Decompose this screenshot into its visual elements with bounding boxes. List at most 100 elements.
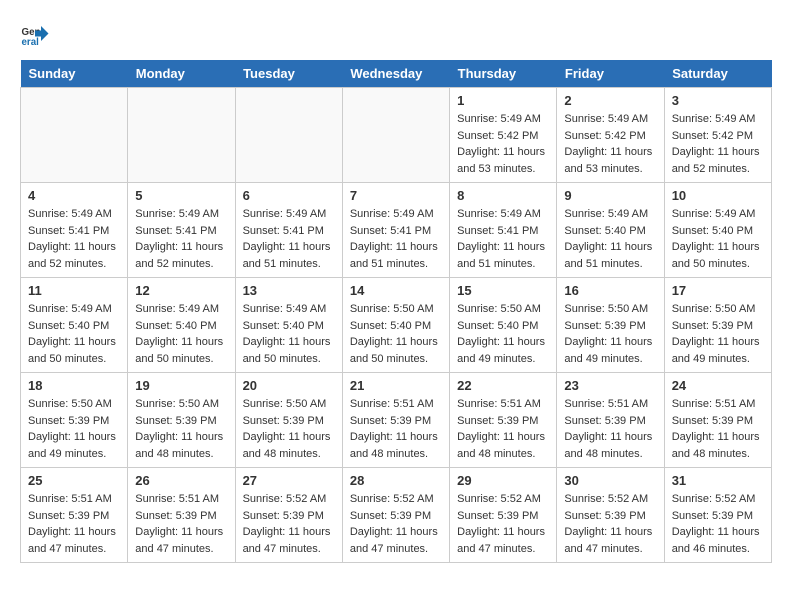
day-detail: Sunrise: 5:50 AM Sunset: 5:39 PM Dayligh… xyxy=(564,301,656,367)
day-detail: Sunrise: 5:50 AM Sunset: 5:39 PM Dayligh… xyxy=(28,396,120,462)
calendar-cell: 24 Sunrise: 5:51 AM Sunset: 5:39 PM Dayli… xyxy=(664,373,771,468)
logo: Gen eral xyxy=(20,20,54,50)
day-detail: Sunrise: 5:50 AM Sunset: 5:39 PM Dayligh… xyxy=(135,396,227,462)
svg-text:eral: eral xyxy=(22,37,40,48)
day-detail: Sunrise: 5:52 AM Sunset: 5:39 PM Dayligh… xyxy=(243,491,335,557)
day-number: 21 xyxy=(350,378,442,393)
day-detail: Sunrise: 5:51 AM Sunset: 5:39 PM Dayligh… xyxy=(350,396,442,462)
calendar-cell: 25 Sunrise: 5:51 AM Sunset: 5:39 PM Dayli… xyxy=(21,468,128,563)
calendar-cell xyxy=(235,88,342,183)
day-number: 13 xyxy=(243,283,335,298)
day-number: 2 xyxy=(564,93,656,108)
week-row-1: 1 Sunrise: 5:49 AM Sunset: 5:42 PM Daylig… xyxy=(21,88,772,183)
day-number: 7 xyxy=(350,188,442,203)
day-detail: Sunrise: 5:49 AM Sunset: 5:41 PM Dayligh… xyxy=(135,206,227,272)
calendar-cell: 22 Sunrise: 5:51 AM Sunset: 5:39 PM Dayli… xyxy=(450,373,557,468)
calendar-cell: 7Sunrise: 5:49 AM Sunset: 5:41 PM Daylig… xyxy=(342,183,449,278)
day-detail: Sunrise: 5:50 AM Sunset: 5:39 PM Dayligh… xyxy=(672,301,764,367)
day-detail: Sunrise: 5:49 AM Sunset: 5:40 PM Dayligh… xyxy=(135,301,227,367)
day-detail: Sunrise: 5:52 AM Sunset: 5:39 PM Dayligh… xyxy=(564,491,656,557)
day-detail: Sunrise: 5:51 AM Sunset: 5:39 PM Dayligh… xyxy=(135,491,227,557)
day-number: 18 xyxy=(28,378,120,393)
week-row-2: 4 Sunrise: 5:49 AM Sunset: 5:41 PM Daylig… xyxy=(21,183,772,278)
day-number: 11 xyxy=(28,283,120,298)
day-number: 28 xyxy=(350,473,442,488)
day-number: 5 xyxy=(135,188,227,203)
day-detail: Sunrise: 5:49 AM Sunset: 5:42 PM Dayligh… xyxy=(564,111,656,177)
calendar-cell: 3Sunrise: 5:49 AM Sunset: 5:42 PM Daylig… xyxy=(664,88,771,183)
day-number: 9 xyxy=(564,188,656,203)
day-detail: Sunrise: 5:49 AM Sunset: 5:40 PM Dayligh… xyxy=(672,206,764,272)
calendar-cell: 18 Sunrise: 5:50 AM Sunset: 5:39 PM Dayli… xyxy=(21,373,128,468)
day-number: 19 xyxy=(135,378,227,393)
day-number: 29 xyxy=(457,473,549,488)
day-detail: Sunrise: 5:52 AM Sunset: 5:39 PM Dayligh… xyxy=(350,491,442,557)
week-row-4: 18 Sunrise: 5:50 AM Sunset: 5:39 PM Dayli… xyxy=(21,373,772,468)
calendar-cell: 8 Sunrise: 5:49 AM Sunset: 5:41 PM Daylig… xyxy=(450,183,557,278)
day-detail: Sunrise: 5:49 AM Sunset: 5:41 PM Dayligh… xyxy=(243,206,335,272)
day-detail: Sunrise: 5:51 AM Sunset: 5:39 PM Dayligh… xyxy=(28,491,120,557)
day-number: 14 xyxy=(350,283,442,298)
weekday-header-thursday: Thursday xyxy=(450,60,557,88)
day-detail: Sunrise: 5:52 AM Sunset: 5:39 PM Dayligh… xyxy=(457,491,549,557)
calendar-cell: 31Sunrise: 5:52 AM Sunset: 5:39 PM Dayli… xyxy=(664,468,771,563)
calendar-header: SundayMondayTuesdayWednesdayThursdayFrid… xyxy=(21,60,772,88)
calendar-cell: 21 Sunrise: 5:51 AM Sunset: 5:39 PM Dayli… xyxy=(342,373,449,468)
day-number: 30 xyxy=(564,473,656,488)
weekday-header-saturday: Saturday xyxy=(664,60,771,88)
calendar-cell: 12 Sunrise: 5:49 AM Sunset: 5:40 PM Dayli… xyxy=(128,278,235,373)
day-number: 25 xyxy=(28,473,120,488)
weekday-header-row: SundayMondayTuesdayWednesdayThursdayFrid… xyxy=(21,60,772,88)
calendar-cell: 28 Sunrise: 5:52 AM Sunset: 5:39 PM Dayli… xyxy=(342,468,449,563)
calendar-cell xyxy=(128,88,235,183)
calendar-cell: 2 Sunrise: 5:49 AM Sunset: 5:42 PM Daylig… xyxy=(557,88,664,183)
calendar-table: SundayMondayTuesdayWednesdayThursdayFrid… xyxy=(20,60,772,563)
calendar-cell xyxy=(21,88,128,183)
day-number: 10 xyxy=(672,188,764,203)
day-detail: Sunrise: 5:51 AM Sunset: 5:39 PM Dayligh… xyxy=(672,396,764,462)
day-number: 26 xyxy=(135,473,227,488)
day-number: 15 xyxy=(457,283,549,298)
day-number: 20 xyxy=(243,378,335,393)
week-row-3: 11 Sunrise: 5:49 AM Sunset: 5:40 PM Dayli… xyxy=(21,278,772,373)
weekday-header-tuesday: Tuesday xyxy=(235,60,342,88)
day-detail: Sunrise: 5:50 AM Sunset: 5:40 PM Dayligh… xyxy=(350,301,442,367)
day-number: 24 xyxy=(672,378,764,393)
day-detail: Sunrise: 5:49 AM Sunset: 5:41 PM Dayligh… xyxy=(28,206,120,272)
calendar-cell: 6Sunrise: 5:49 AM Sunset: 5:41 PM Daylig… xyxy=(235,183,342,278)
calendar-cell: 9 Sunrise: 5:49 AM Sunset: 5:40 PM Daylig… xyxy=(557,183,664,278)
calendar-cell: 19 Sunrise: 5:50 AM Sunset: 5:39 PM Dayli… xyxy=(128,373,235,468)
calendar-cell: 20 Sunrise: 5:50 AM Sunset: 5:39 PM Dayli… xyxy=(235,373,342,468)
day-detail: Sunrise: 5:51 AM Sunset: 5:39 PM Dayligh… xyxy=(564,396,656,462)
calendar-cell: 26 Sunrise: 5:51 AM Sunset: 5:39 PM Dayli… xyxy=(128,468,235,563)
calendar-cell: 1Sunrise: 5:49 AM Sunset: 5:42 PM Daylig… xyxy=(450,88,557,183)
weekday-header-monday: Monday xyxy=(128,60,235,88)
day-number: 17 xyxy=(672,283,764,298)
day-number: 4 xyxy=(28,188,120,203)
calendar-cell: 27 Sunrise: 5:52 AM Sunset: 5:39 PM Dayli… xyxy=(235,468,342,563)
day-detail: Sunrise: 5:49 AM Sunset: 5:40 PM Dayligh… xyxy=(564,206,656,272)
calendar-cell xyxy=(342,88,449,183)
calendar-cell: 16Sunrise: 5:50 AM Sunset: 5:39 PM Dayli… xyxy=(557,278,664,373)
calendar-cell: 5 Sunrise: 5:49 AM Sunset: 5:41 PM Daylig… xyxy=(128,183,235,278)
day-detail: Sunrise: 5:51 AM Sunset: 5:39 PM Dayligh… xyxy=(457,396,549,462)
calendar-cell: 11 Sunrise: 5:49 AM Sunset: 5:40 PM Dayli… xyxy=(21,278,128,373)
calendar-cell: 30 Sunrise: 5:52 AM Sunset: 5:39 PM Dayli… xyxy=(557,468,664,563)
day-detail: Sunrise: 5:50 AM Sunset: 5:40 PM Dayligh… xyxy=(457,301,549,367)
logo-icon: Gen eral xyxy=(20,20,50,50)
day-number: 12 xyxy=(135,283,227,298)
calendar-cell: 10 Sunrise: 5:49 AM Sunset: 5:40 PM Dayli… xyxy=(664,183,771,278)
calendar-cell: 29 Sunrise: 5:52 AM Sunset: 5:39 PM Dayli… xyxy=(450,468,557,563)
day-number: 8 xyxy=(457,188,549,203)
day-number: 1 xyxy=(457,93,549,108)
day-number: 3 xyxy=(672,93,764,108)
calendar-cell: 15 Sunrise: 5:50 AM Sunset: 5:40 PM Dayli… xyxy=(450,278,557,373)
day-detail: Sunrise: 5:52 AM Sunset: 5:39 PM Dayligh… xyxy=(672,491,764,557)
calendar-cell: 4 Sunrise: 5:49 AM Sunset: 5:41 PM Daylig… xyxy=(21,183,128,278)
day-detail: Sunrise: 5:49 AM Sunset: 5:40 PM Dayligh… xyxy=(28,301,120,367)
day-detail: Sunrise: 5:50 AM Sunset: 5:39 PM Dayligh… xyxy=(243,396,335,462)
day-number: 27 xyxy=(243,473,335,488)
day-detail: Sunrise: 5:49 AM Sunset: 5:41 PM Dayligh… xyxy=(457,206,549,272)
day-number: 22 xyxy=(457,378,549,393)
weekday-header-friday: Friday xyxy=(557,60,664,88)
